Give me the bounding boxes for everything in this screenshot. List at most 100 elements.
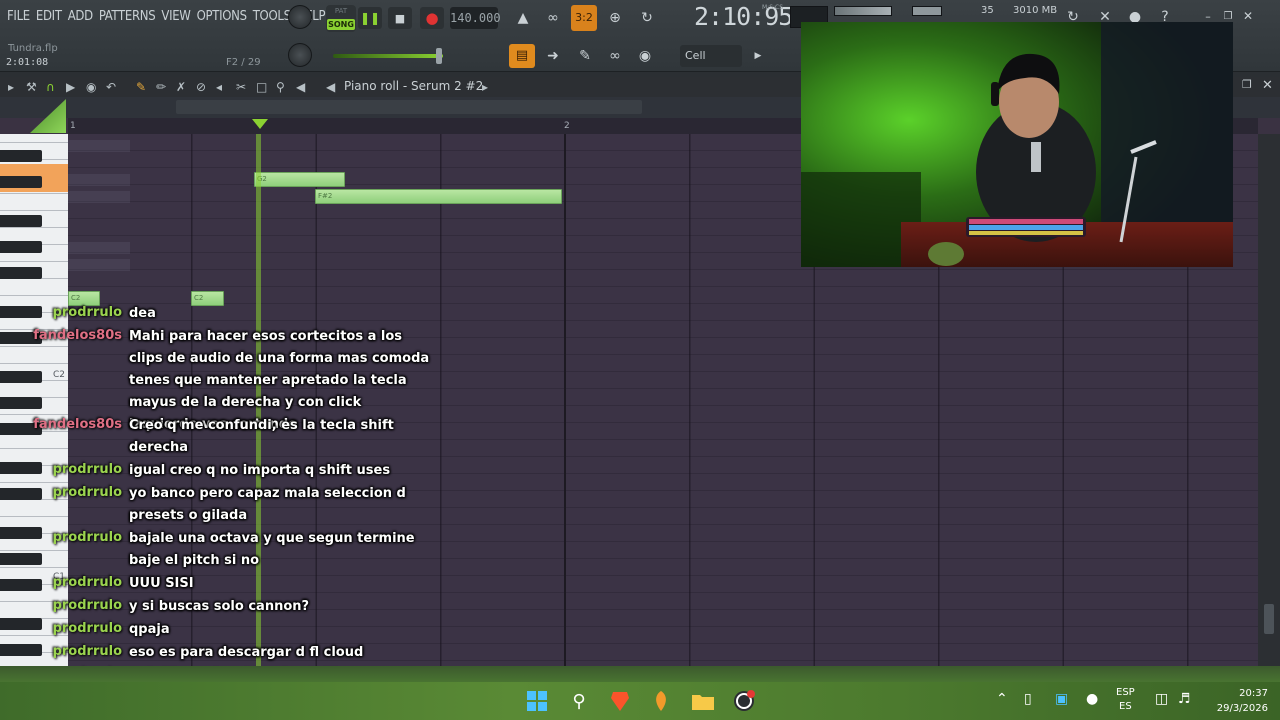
chat-username: prodrrulo — [52, 530, 122, 545]
slice-icon[interactable]: ✂ — [236, 80, 246, 94]
white-key[interactable] — [0, 381, 68, 398]
tempo-display[interactable]: 140.000 — [450, 7, 501, 29]
play-icon[interactable]: ▶ — [66, 80, 75, 94]
brave-app[interactable] — [606, 687, 634, 715]
fl-studio-app[interactable] — [647, 687, 675, 715]
pause-button[interactable]: ❚❚ — [358, 7, 382, 29]
chevron-up-icon[interactable]: ⌃ — [996, 691, 1008, 707]
step-edit-button[interactable]: ⊕ — [602, 7, 628, 29]
countdown-button[interactable]: 3:2 — [571, 5, 597, 31]
record-button[interactable]: ● — [420, 7, 444, 29]
black-key[interactable] — [0, 241, 42, 253]
black-key[interactable] — [0, 397, 42, 409]
chat-text: Creo q me confundi, es la tecla shift de… — [129, 418, 394, 455]
volume-icon[interactable]: ♬ — [1178, 691, 1191, 707]
slip-icon[interactable]: ◂ — [216, 80, 222, 94]
menu-add[interactable]: ADD — [65, 9, 96, 24]
black-key[interactable] — [0, 618, 42, 630]
link-button[interactable]: ∞ — [602, 45, 628, 67]
black-key[interactable] — [0, 215, 42, 227]
network-icon[interactable]: ◫ — [1155, 691, 1168, 707]
playback-icon[interactable]: ◀ — [296, 80, 305, 94]
master-pitch-knob[interactable] — [288, 5, 312, 29]
master-volume-slider[interactable] — [333, 54, 443, 58]
black-key[interactable] — [0, 579, 42, 591]
white-key[interactable] — [0, 500, 68, 517]
mixer-shortcut[interactable]: ✎ — [572, 45, 598, 67]
menu-options[interactable]: OPTIONS — [194, 9, 250, 24]
pattern-song-toggle[interactable]: PAT SONG — [326, 5, 356, 32]
pencil-icon[interactable]: ✎ — [136, 80, 146, 94]
title-arrow-icon[interactable]: ▸ — [482, 80, 488, 94]
master-volume-knob[interactable] — [288, 43, 312, 67]
black-key[interactable] — [0, 176, 42, 188]
black-key[interactable] — [0, 150, 42, 162]
speaker-icon[interactable]: ◀ — [326, 80, 335, 94]
black-key[interactable] — [0, 527, 42, 539]
vertical-scrollbar[interactable] — [1258, 134, 1280, 667]
menu-file[interactable]: FILE — [4, 9, 33, 24]
select-icon[interactable]: □ — [256, 80, 267, 94]
chat-text: bajale una octava y que segun termine ba… — [129, 531, 415, 568]
delete-icon[interactable]: ✗ — [176, 80, 186, 94]
bar-number: 1 — [70, 121, 76, 131]
close-piano-roll-icon[interactable]: ✕ — [1262, 78, 1273, 93]
plugin-picker[interactable]: ◉ — [632, 45, 658, 67]
record-step-icon[interactable]: ◉ — [86, 80, 96, 94]
black-key[interactable] — [0, 371, 42, 383]
menu-edit[interactable]: EDIT — [33, 9, 65, 24]
input-language[interactable]: ESP ES — [1116, 686, 1135, 714]
magnet-icon[interactable]: ∩ — [46, 80, 55, 94]
playlist-shortcut[interactable]: ➜ — [540, 45, 566, 67]
file-explorer-app[interactable] — [689, 687, 717, 715]
bluetooth-icon[interactable]: ▣ — [1055, 691, 1068, 707]
white-key[interactable] — [0, 279, 68, 296]
stop-button[interactable]: ■ — [388, 7, 412, 29]
obs-app[interactable] — [730, 687, 758, 715]
chat-username: fandelos80s — [33, 417, 122, 432]
white-key[interactable] — [0, 134, 68, 143]
microphone-icon[interactable]: ● — [1086, 691, 1098, 707]
undo-icon[interactable]: ↶ — [106, 80, 116, 94]
wait-for-input-button[interactable]: ∞ — [540, 7, 566, 29]
black-key[interactable] — [0, 462, 42, 474]
black-key[interactable] — [0, 553, 42, 565]
white-key[interactable] — [0, 347, 68, 364]
mute-icon[interactable]: ⊘ — [196, 80, 206, 94]
brush-icon[interactable]: ✏ — [156, 80, 166, 94]
note[interactable]: C2 — [68, 291, 100, 306]
zoom-icon[interactable]: ⚲ — [276, 80, 285, 94]
note[interactable]: F#2 — [315, 189, 562, 204]
white-key[interactable] — [0, 194, 68, 211]
menu-arrow-icon[interactable]: ▸ — [8, 80, 14, 94]
note[interactable]: G2 — [254, 172, 345, 187]
chat-text: eso es para descargar d fl cloud — [129, 645, 364, 660]
start-button[interactable] — [523, 687, 551, 715]
playhead-marker[interactable] — [252, 119, 268, 129]
restore-icon: ❐ — [1223, 10, 1233, 22]
wrench-icon[interactable]: ⚒ — [26, 80, 37, 94]
black-key[interactable] — [0, 267, 42, 279]
usb-icon[interactable]: ▯ — [1024, 691, 1032, 707]
system-clock[interactable]: 20:37 29/3/2026 — [1196, 686, 1268, 716]
chat-text: yo banco pero capaz mala seleccion d pre… — [129, 486, 406, 523]
output-meter — [834, 6, 892, 16]
maximize-icon[interactable]: ❐ — [1242, 78, 1252, 91]
black-key[interactable] — [0, 306, 42, 318]
menu-view[interactable]: VIEW — [158, 9, 193, 24]
loop-record-button[interactable]: ↻ — [634, 7, 660, 29]
metronome-button[interactable]: ▲ — [510, 7, 536, 29]
horizontal-scroll-thumb[interactable] — [176, 100, 642, 114]
master-volume-handle[interactable] — [436, 48, 442, 64]
black-key[interactable] — [0, 644, 42, 656]
search-button[interactable]: ⚲ — [565, 687, 593, 715]
chat-username: prodrrulo — [52, 621, 122, 636]
close-app-button[interactable]: ✕ — [1240, 8, 1256, 24]
snap-next[interactable]: ▶ — [750, 45, 766, 67]
vertical-scroll-thumb[interactable] — [1264, 604, 1274, 634]
black-key[interactable] — [0, 488, 42, 500]
menu-patterns[interactable]: PATTERNS — [96, 9, 159, 24]
piano-roll-shortcut[interactable]: ▤ — [509, 44, 535, 68]
song-label: SONG — [327, 19, 355, 30]
snap-dropdown[interactable]: Cell — [680, 45, 742, 67]
